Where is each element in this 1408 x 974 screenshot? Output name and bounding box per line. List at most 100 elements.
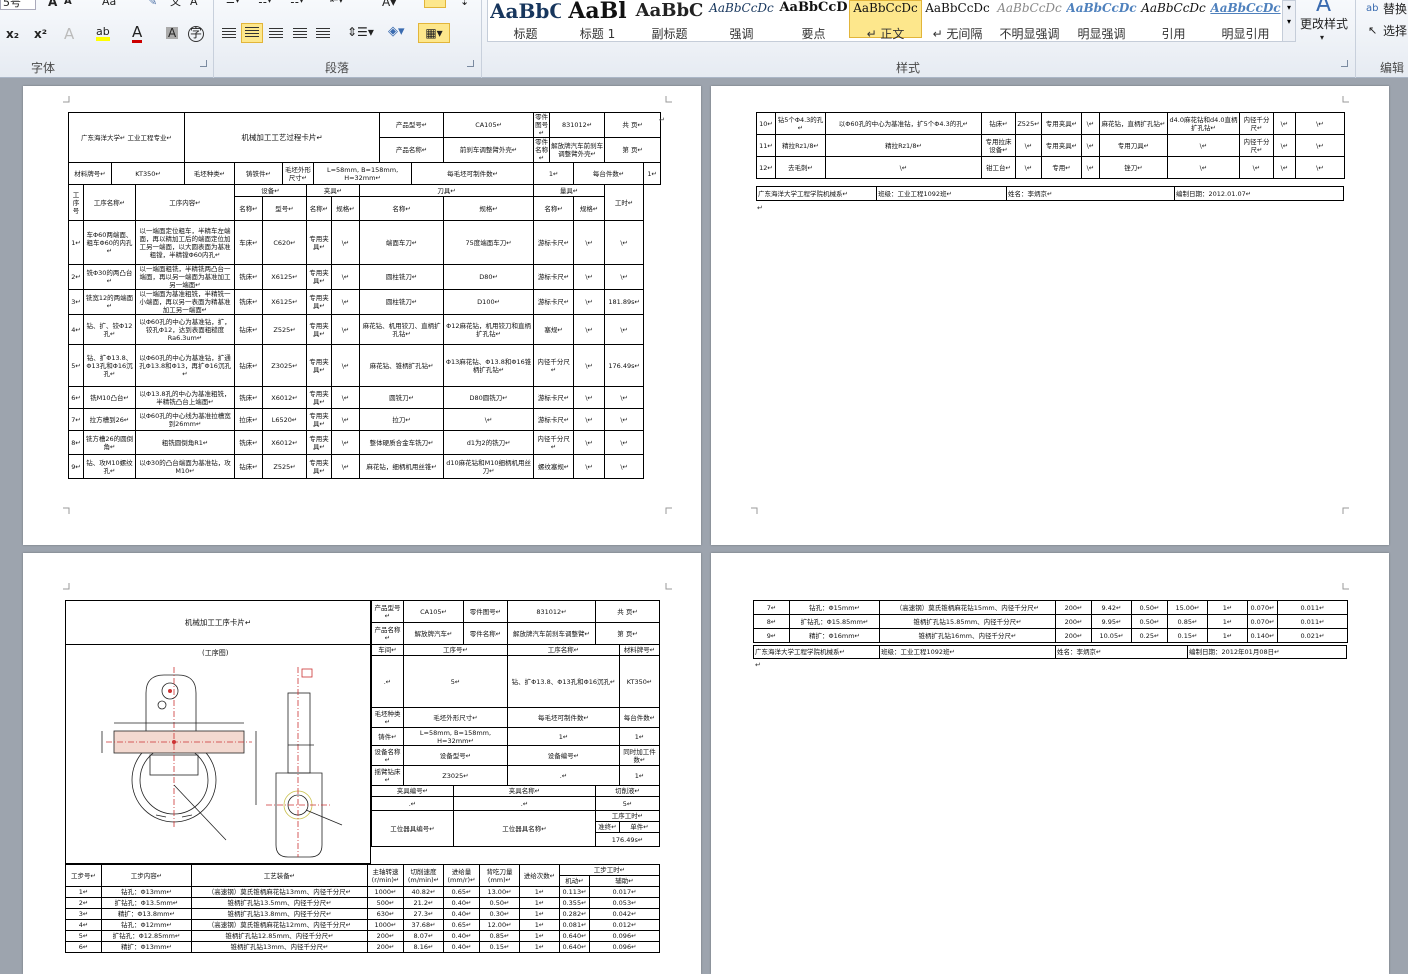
border-char-icon[interactable]: A [190, 0, 198, 7]
select-button[interactable]: 选择 [1383, 25, 1407, 37]
table-cell: \↵ [573, 264, 606, 290]
font-color-icon[interactable]: A [132, 25, 143, 43]
table-cell: 拉刀↵ [359, 408, 445, 431]
multilevel-icon[interactable]: ☵▾ [290, 0, 304, 6]
table-cell: \↵ [331, 314, 361, 345]
numbering-icon[interactable]: ☷▾ [258, 0, 272, 6]
style-title[interactable]: AaBbC 标题 [489, 0, 562, 41]
label: 第 页↵ [595, 622, 661, 645]
style-heading1[interactable]: AaBl 标题 1 [561, 0, 634, 41]
table-cell: 拉床↵ [234, 408, 264, 431]
table-cell: \↵ [443, 408, 535, 431]
styles-scroll[interactable]: ▾ ▾ [1282, 0, 1296, 42]
crop-mark [1342, 96, 1349, 103]
table-cell: 0.40↵ [443, 930, 480, 942]
clear-format-icon[interactable]: ✎ [148, 0, 157, 7]
style-strong[interactable]: AaBbCcD 要点 [777, 0, 850, 41]
align-center-icon[interactable] [241, 23, 263, 43]
table-cell: 内径千分尺↵ [533, 430, 575, 455]
select-icon[interactable]: ↖ [1368, 25, 1377, 36]
table-cell: 5↵ [65, 930, 102, 942]
table-row: 9↵ 精扩：Φ16mm↵ 锥柄扩孔钻16mm、内径千分尺↵ 200↵ 10.05↵ 0.2… [753, 628, 1348, 643]
bullets-icon[interactable]: ☰▾ [226, 0, 240, 6]
style-no-spacing[interactable]: AaBbCcDc ↵ 无间隔 [921, 0, 994, 41]
phonetic-icon[interactable]: 文 [170, 0, 181, 7]
style-subtitle[interactable]: AaBbC 副标题 [633, 0, 706, 41]
footer-dept: 广东海洋大学工程学院机械系↵ [753, 645, 880, 659]
font-size-box[interactable]: 5号 [0, 0, 36, 10]
table-cell: 0.017↵ [588, 886, 661, 898]
table-cell: 75度端面车刀↵ [443, 220, 535, 265]
table-cell: D100↵ [443, 289, 535, 315]
table-cell: 1↵ [1207, 628, 1248, 643]
shrink-font-icon[interactable]: A [64, 0, 72, 7]
table-cell: \↵ [331, 289, 361, 315]
header: 设备↵ [234, 184, 308, 197]
table-cell: d10麻花钻和M10细柄机用丝刀↵ [443, 454, 535, 479]
table-cell: 6↵ [65, 941, 102, 953]
style-intense-emphasis[interactable]: AaBbCcDc 明显强调 [1065, 0, 1138, 41]
indent-icon[interactable]: ⇤▾ [330, 0, 343, 6]
table-cell: 0.50↵ [1131, 614, 1168, 629]
value: 解放牌汽车前刹车调整臂↵ [506, 622, 597, 645]
change-styles-icon[interactable]: A [1316, 0, 1331, 16]
char-shading-icon[interactable]: A [166, 27, 179, 39]
align-right-icon[interactable] [269, 28, 283, 40]
value: 钻、扩Φ13.8、Φ13孔和Φ16沉孔↵ [507, 655, 621, 708]
table-cell: 181.89s↵ [604, 289, 645, 315]
table-cell: 麻花钻，细柄机用丝锥↵ [359, 454, 445, 479]
header: 量具↵ [533, 184, 606, 197]
value: 831012↵ [506, 600, 597, 623]
table-cell: 以Φ13.8孔的中心为基准粗铣，半精铣凸台上端面↵ [134, 386, 236, 409]
distributed-icon[interactable] [316, 28, 330, 40]
table-cell: 钻孔：Φ13mm↵ [101, 886, 192, 898]
style-intense-quote[interactable]: AaBbCcDc 明显引用 [1209, 0, 1282, 41]
table-cell: 1↵ [519, 908, 560, 920]
table-cell: 1↵ [68, 220, 84, 265]
table-cell: \↵ [1081, 112, 1100, 135]
table-row: 6↵ 精扩：Φ13mm↵ 锥柄扩孔钻13mm、内径千分尺↵ 200↵ 8.16↵ 0.40… [65, 941, 661, 953]
table-cell: 0.85↵ [479, 930, 520, 942]
line-spacing-icon[interactable]: ⇕☰▾ [347, 26, 374, 38]
style-emphasis[interactable]: AaBbCcDc 强调 [705, 0, 778, 41]
pilcrow-icon[interactable]: ⇣ [460, 0, 469, 7]
justify-icon[interactable] [293, 28, 307, 40]
enclose-char-icon[interactable]: 字 [188, 26, 204, 42]
table-cell: 3↵ [68, 289, 84, 315]
table-cell: 0.65↵ [443, 886, 480, 898]
table-cell: 麻花钻、机用铰刀、直柄扩孔钻↵ [359, 314, 445, 345]
change-styles-button[interactable]: 更改样式 [1300, 18, 1348, 30]
label: 工位器具名称↵ [452, 810, 597, 847]
align-left-icon[interactable] [222, 28, 236, 40]
table-cell: （高速钢）莫氏锥柄麻花钻15mm、内径千分尺↵ [879, 600, 1056, 615]
superscript-icon[interactable]: x² [34, 28, 47, 40]
replace-button[interactable]: 替换 [1383, 3, 1407, 15]
paragraph-dialog-launcher[interactable] [467, 60, 474, 67]
table-cell: 铣床↵ [234, 264, 264, 290]
style-normal[interactable]: AaBbCcDc ↵ 正文 [849, 0, 922, 41]
styles-dialog-launcher[interactable] [1341, 60, 1348, 67]
style-quote[interactable]: AaBbCcDc 引用 [1137, 0, 1210, 41]
replace-icon[interactable]: ab [1366, 4, 1378, 14]
show-marks-icon[interactable]: ↵ [424, 0, 446, 8]
highlight-icon[interactable]: ab [96, 26, 110, 41]
table-cell: 0.011↵ [1277, 600, 1348, 615]
sort-icon[interactable]: A▾ [382, 0, 396, 8]
table-cell: X6012↵ [262, 430, 308, 455]
table-cell: 0.042↵ [588, 908, 661, 920]
table-cell: \↵ [1295, 134, 1345, 157]
shading-icon[interactable]: ◈▾ [388, 25, 405, 38]
style-subtle-emphasis[interactable]: AaBbCcDc 不明显强调 [993, 0, 1066, 41]
grow-font-icon[interactable]: A [48, 0, 57, 8]
header: 工序名称↵ [83, 184, 136, 221]
text-effect-icon[interactable]: A [64, 27, 74, 42]
table-cell: 200↵ [367, 930, 404, 942]
borders-icon[interactable]: ▦▾ [418, 23, 450, 43]
subscript-icon[interactable]: x₂ [6, 28, 19, 40]
crop-mark [665, 96, 672, 103]
table-row: 5↵ 钻、扩Φ13.8、Φ13孔和Φ16沉孔↵ 以Φ60孔的中心为基准钻，扩通孔Φ1… [68, 344, 661, 387]
table-cell: 以一端面为基准粗铣，半精铣一小端面，再以另一表面为精基准加工另一端面↵ [134, 289, 236, 315]
change-case-icon[interactable]: Aa [102, 0, 116, 7]
table-cell: 锥柄扩孔钻12.85mm、内径千分尺↵ [191, 930, 368, 942]
font-dialog-launcher[interactable] [200, 60, 207, 67]
